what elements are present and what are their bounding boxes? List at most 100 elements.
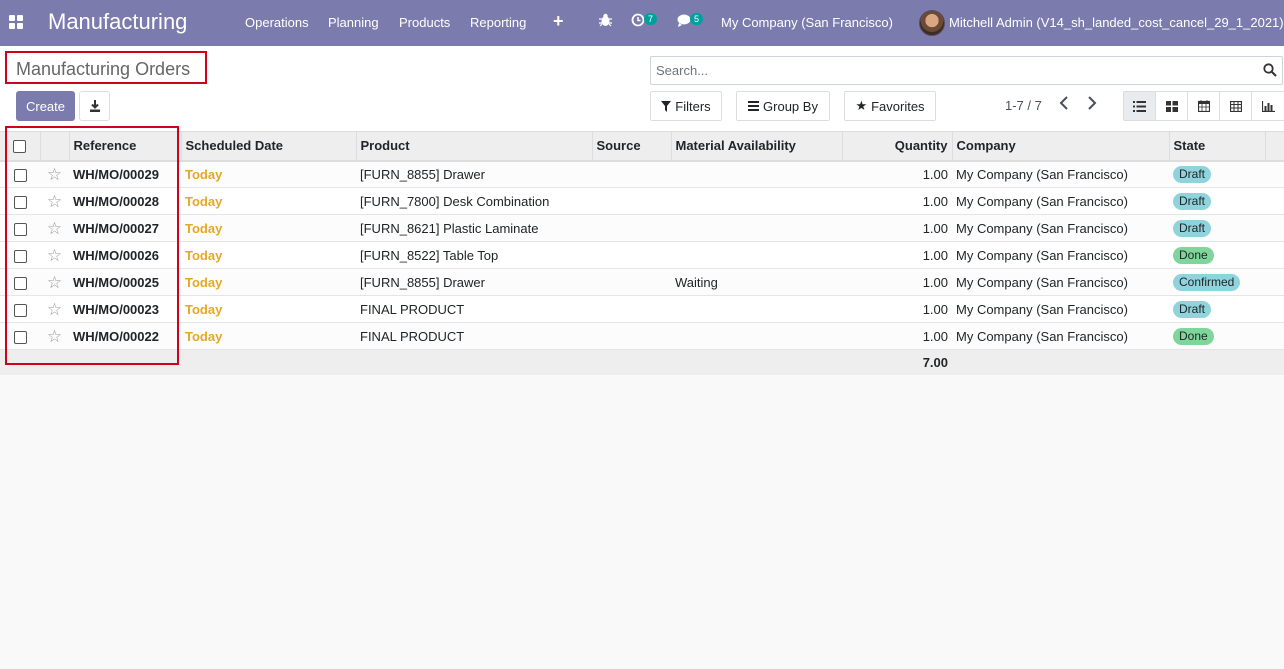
star-outline-icon[interactable]: ☆ (47, 327, 62, 346)
table-row[interactable]: ☆ WH/MO/00025 Today [FURN_8855] Drawer Waiti… (0, 268, 1284, 296)
filters-button[interactable]: Filters (650, 91, 722, 121)
star-outline-icon[interactable]: ☆ (47, 273, 62, 292)
header-scheduled-date[interactable]: Scheduled Date (181, 131, 357, 161)
star-outline-icon[interactable]: ☆ (47, 219, 62, 238)
favorite-cell: ☆ (40, 269, 69, 296)
header-quantity[interactable]: Quantity (842, 131, 953, 161)
group-by-button[interactable]: Group By (736, 91, 830, 121)
row-checkbox[interactable] (13, 303, 27, 317)
cell-scheduled-date: Today (185, 301, 223, 317)
cell-product: FINAL PRODUCT (360, 301, 465, 317)
plus-icon[interactable]: + (553, 11, 564, 32)
menu-planning[interactable]: Planning (328, 15, 379, 30)
favorite-cell: ☆ (40, 161, 69, 188)
row-checkbox[interactable] (13, 276, 27, 290)
download-button[interactable] (79, 91, 110, 121)
top-navbar: Manufacturing Operations Planning Produc… (0, 0, 1284, 46)
table-row[interactable]: ☆ WH/MO/00029 Today [FURN_8855] Drawer 1.00 M… (0, 160, 1284, 188)
view-switcher (1123, 91, 1284, 121)
favorite-cell: ☆ (40, 215, 69, 242)
status-badge: Draft (1173, 165, 1212, 183)
cell-material-availability: Waiting (675, 274, 718, 290)
row-checkbox[interactable] (13, 222, 27, 236)
apps-menu-icon[interactable] (9, 15, 23, 29)
row-spacer (1265, 215, 1284, 242)
status-badge: Draft (1173, 300, 1212, 318)
app-name[interactable]: Manufacturing (48, 9, 187, 35)
header-source[interactable]: Source (592, 131, 672, 161)
orders-list: Reference Scheduled Date Product Source … (0, 131, 1284, 375)
favorite-header (40, 131, 70, 161)
cell-state: Done (1169, 242, 1265, 269)
select-all-cell (0, 131, 41, 161)
row-checkbox[interactable] (13, 330, 27, 344)
kanban-view-button[interactable] (1156, 92, 1188, 120)
table-row[interactable]: ☆ WH/MO/00023 Today FINAL PRODUCT 1.00 My Com… (0, 296, 1284, 323)
row-spacer (1265, 242, 1284, 269)
header-state[interactable]: State (1169, 131, 1266, 161)
cell-company: My Company (San Francisco) (956, 328, 1128, 344)
star-outline-icon[interactable]: ☆ (47, 300, 62, 319)
cell-state: Confirmed (1169, 269, 1265, 296)
table-row[interactable]: ☆ WH/MO/00026 Today [FURN_8522] Table Top 1.… (0, 242, 1284, 269)
row-spacer (1265, 161, 1284, 188)
status-badge: Draft (1173, 219, 1212, 237)
favorites-button[interactable]: ★ Favorites (844, 91, 936, 121)
cell-reference: WH/MO/00025 (73, 274, 159, 290)
cell-state: Draft (1169, 188, 1265, 215)
pager-value[interactable]: 1-7 / 7 (1005, 98, 1042, 113)
menu-reporting[interactable]: Reporting (470, 15, 526, 30)
search-input[interactable] (651, 57, 1241, 84)
graph-view-button[interactable] (1252, 92, 1284, 120)
cell-material-availability (671, 242, 842, 269)
messages-badge: 5 (690, 13, 704, 25)
table-row[interactable]: ☆ WH/MO/00028 Today [FURN_7800] Desk Combin… (0, 188, 1284, 215)
cell-scheduled-date: Today (185, 328, 223, 344)
create-button[interactable]: Create (16, 91, 75, 121)
status-badge: Done (1173, 246, 1214, 264)
row-checkbox[interactable] (13, 195, 27, 209)
pager-next-icon[interactable] (1087, 96, 1097, 115)
cell-quantity: 1.00 (922, 193, 948, 209)
cell-reference: WH/MO/00022 (73, 328, 159, 344)
menu-operations[interactable]: Operations (245, 15, 309, 30)
list-view-button[interactable] (1124, 92, 1156, 120)
header-reference[interactable]: Reference (69, 131, 182, 161)
header-material-availability[interactable]: Material Availability (671, 131, 843, 161)
row-spacer (1265, 188, 1284, 215)
row-checkbox[interactable] (13, 168, 27, 182)
star-outline-icon[interactable]: ☆ (47, 246, 62, 265)
pager-previous-icon[interactable] (1059, 96, 1069, 115)
cell-company: My Company (San Francisco) (956, 301, 1128, 317)
cell-product: FINAL PRODUCT (360, 328, 465, 344)
cell-company: My Company (San Francisco) (956, 193, 1128, 209)
calendar-view-button[interactable] (1188, 92, 1220, 120)
menu-products[interactable]: Products (399, 15, 450, 30)
table-row[interactable]: ☆ WH/MO/00027 Today [FURN_8621] Plastic Lam… (0, 214, 1284, 242)
row-checkbox[interactable] (13, 249, 27, 263)
header-company[interactable]: Company (952, 131, 1170, 161)
pivot-view-button[interactable] (1220, 92, 1252, 120)
optional-columns-header[interactable] (1265, 131, 1284, 161)
user-avatar[interactable] (919, 10, 945, 36)
company-switcher[interactable]: My Company (San Francisco) (721, 15, 893, 30)
cell-company: My Company (San Francisco) (956, 274, 1128, 290)
table-row[interactable]: ☆ WH/MO/00022 Today FINAL PRODUCT 1.00 My Com… (0, 322, 1284, 350)
row-select-cell (0, 296, 40, 323)
page-title: Manufacturing Orders (5, 51, 207, 84)
cell-company: My Company (San Francisco) (956, 166, 1128, 182)
user-menu[interactable]: Mitchell Admin (V14_sh_landed_cost_cance… (949, 15, 1284, 30)
star-outline-icon[interactable]: ☆ (47, 165, 62, 184)
cell-scheduled-date: Today (185, 247, 223, 263)
status-badge: Confirmed (1173, 273, 1241, 291)
search-icon[interactable] (1263, 63, 1277, 80)
row-select-cell (0, 269, 40, 296)
select-all-checkbox[interactable] (13, 140, 27, 154)
cell-company: My Company (San Francisco) (956, 247, 1128, 263)
header-product[interactable]: Product (356, 131, 593, 161)
bug-icon[interactable] (599, 13, 612, 30)
favorite-cell: ☆ (40, 188, 69, 215)
cell-reference: WH/MO/00026 (73, 247, 159, 263)
star-outline-icon[interactable]: ☆ (47, 192, 62, 211)
activity-clock-icon[interactable] (631, 13, 645, 30)
